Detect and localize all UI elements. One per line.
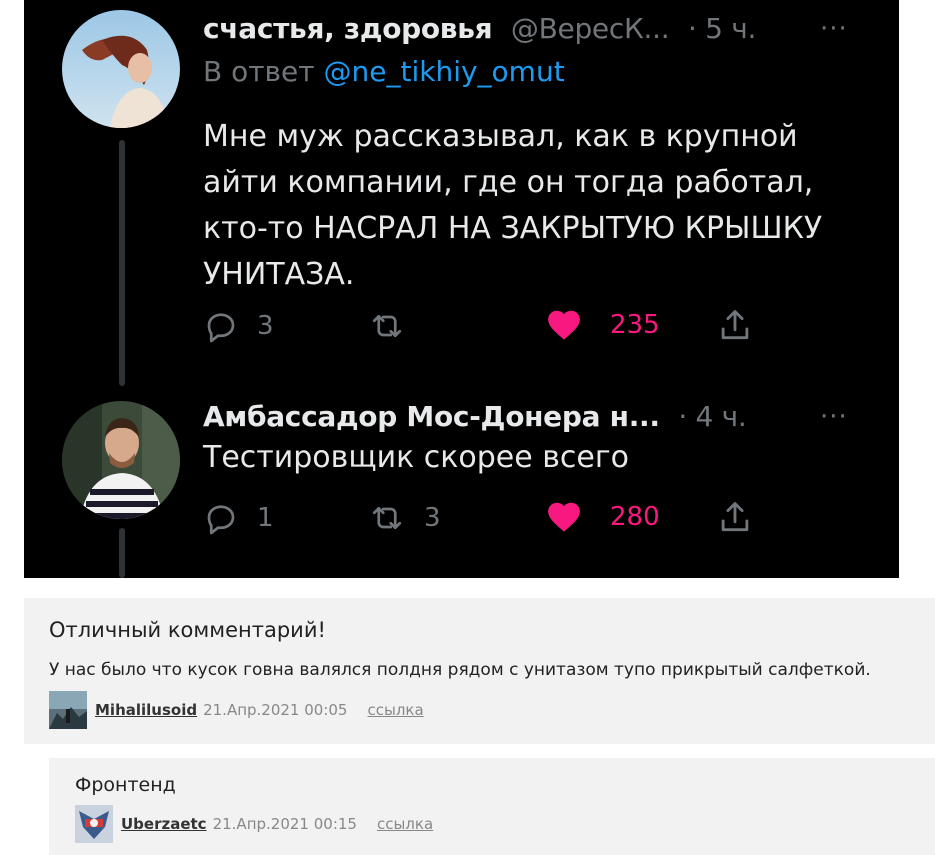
timestamp[interactable]: · 4 ч.	[678, 400, 746, 433]
comment: Отличный комментарий! У нас было что кус…	[24, 598, 935, 744]
tweet-header: Амбассадор Мос-Донера н... · 4 ч.	[203, 400, 747, 433]
comment-date: 21.Апр.2021 00:15	[212, 815, 357, 833]
author-handle[interactable]: @ВересК...	[511, 12, 670, 45]
comment-date: 21.Апр.2021 00:05	[203, 701, 348, 719]
avatar[interactable]	[62, 401, 180, 519]
like-button[interactable]: 235	[544, 306, 660, 344]
author-name[interactable]: счастья, здоровья	[203, 12, 493, 45]
heart-icon	[544, 498, 584, 536]
reply-icon	[203, 308, 239, 344]
thread-line	[119, 140, 125, 386]
reply-icon	[203, 500, 239, 536]
username-link[interactable]: Mihalilusoid	[95, 701, 197, 719]
permalink[interactable]: ссылка	[377, 815, 433, 833]
share-icon	[716, 306, 754, 344]
reply-button[interactable]: 1	[203, 500, 274, 536]
tweet-text: Тестировщик скорее всего	[203, 440, 629, 475]
tweet-header: счастья, здоровья @ВересК... · 5 ч.	[203, 12, 756, 45]
reply-mention[interactable]: @ne_tikhiy_omut	[324, 55, 565, 88]
retweet-icon	[368, 308, 406, 344]
tweet-text: Мне муж рассказывал, как в крупной айти …	[203, 119, 823, 292]
heart-icon	[544, 306, 584, 344]
comment-text: У нас было что кусок говна валялся полдн…	[49, 660, 871, 680]
reply-count: 1	[257, 503, 274, 533]
retweet-count: 3	[424, 503, 441, 533]
avatar[interactable]	[62, 10, 180, 128]
timestamp[interactable]: · 5 ч.	[688, 12, 756, 45]
like-count: 235	[610, 310, 660, 340]
reply-to: В ответ @ne_tikhiy_omut	[203, 55, 565, 88]
share-icon	[716, 498, 754, 536]
more-icon[interactable]: ···	[820, 14, 848, 44]
reply-button[interactable]: 3	[203, 308, 274, 344]
retweet-icon	[368, 500, 406, 536]
comment-text: Фронтенд	[75, 774, 176, 796]
username-link[interactable]: Uberzaetc	[121, 815, 207, 833]
author-name[interactable]: Амбассадор Мос-Донера н...	[203, 400, 660, 433]
share-button[interactable]	[716, 498, 754, 536]
share-button[interactable]	[716, 306, 754, 344]
comment-reply: Фронтенд Uberzaetc 21.Апр.2021 00:15 ссы…	[49, 758, 935, 855]
comment-footer: Uberzaetc 21.Апр.2021 00:15 ссылка	[75, 805, 433, 843]
like-button[interactable]: 280	[544, 498, 660, 536]
like-count: 280	[610, 502, 660, 532]
user-avatar[interactable]	[75, 805, 113, 843]
comment-title: Отличный комментарий!	[49, 618, 326, 642]
tweet-screenshot: счастья, здоровья @ВересК... · 5 ч. ··· …	[24, 0, 899, 578]
permalink[interactable]: ссылка	[367, 701, 423, 719]
reply-count: 3	[257, 311, 274, 341]
retweet-button[interactable]	[368, 308, 406, 344]
more-icon[interactable]: ···	[820, 402, 848, 432]
thread-line	[119, 528, 125, 578]
retweet-button[interactable]: 3	[368, 500, 441, 536]
comment-footer: Mihalilusoid 21.Апр.2021 00:05 ссылка	[49, 691, 424, 729]
reply-prefix: В ответ	[203, 55, 315, 88]
user-avatar[interactable]	[49, 691, 87, 729]
